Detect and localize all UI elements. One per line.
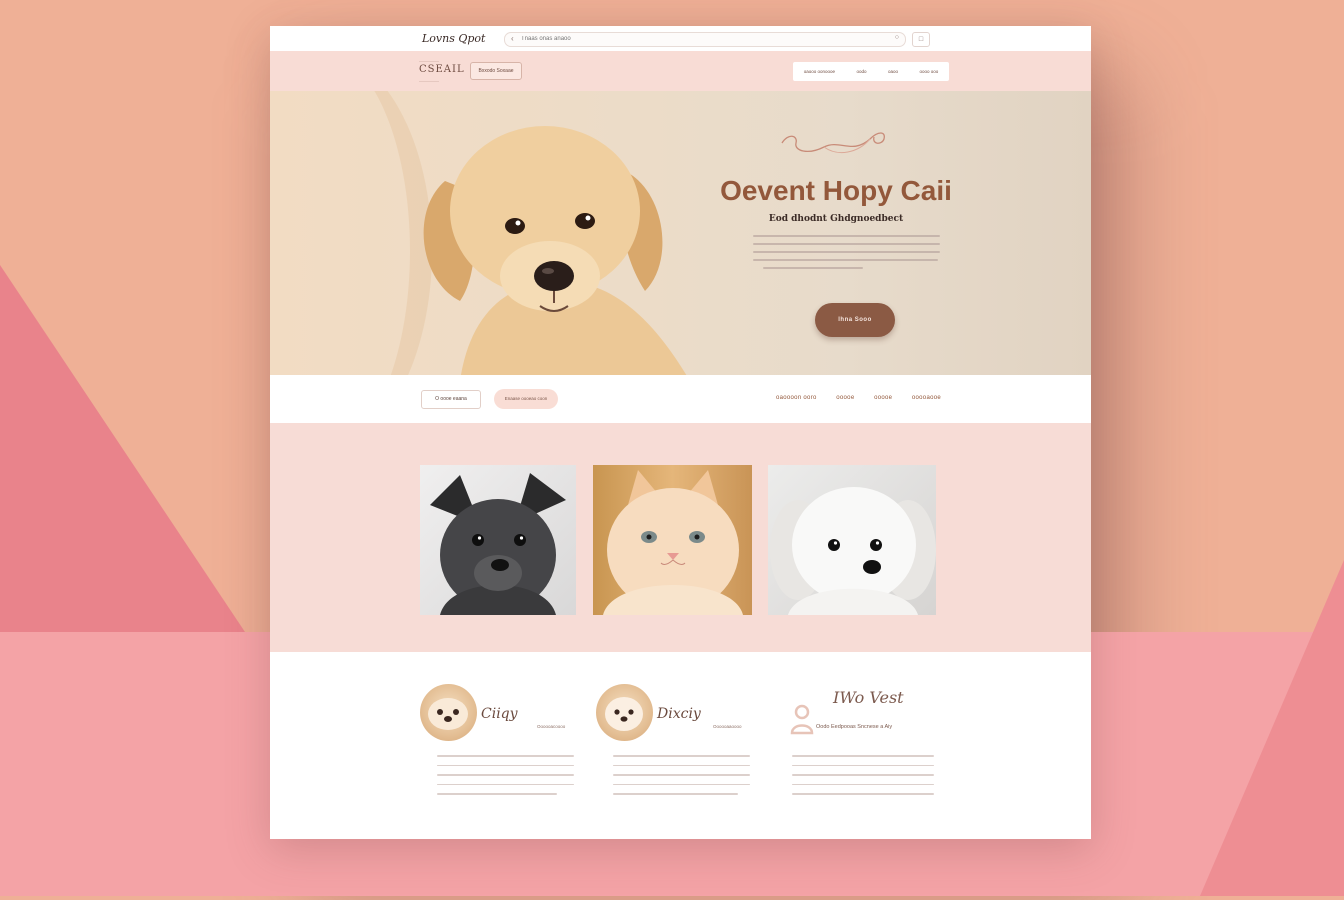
nav-right-menu: oaooo oonoooe oodo oaoo oooo ooo — [793, 62, 949, 81]
brand-name[interactable]: Lovns Qpot — [422, 32, 485, 45]
hero-cta-button[interactable]: Ihna Sooo — [815, 303, 895, 337]
feature-body-text — [792, 755, 934, 803]
feature-tag: Oooooacoooo — [537, 724, 566, 729]
nav-right-item[interactable]: oaoo — [888, 69, 898, 74]
hero-subtitle: Eod dhodnt Ghdgnoedbect — [768, 214, 904, 224]
logo-tagline-bottom: ————— — [419, 78, 439, 83]
filter-pill[interactable]: Enaase oooeao coon — [494, 389, 558, 409]
filter-button[interactable]: O oooe eaana — [421, 390, 481, 409]
search-input[interactable] — [521, 34, 881, 44]
nav-right-item[interactable]: oooo ooo — [919, 69, 938, 74]
nav-right-item[interactable]: oodo — [857, 69, 867, 74]
back-arrow-icon[interactable]: ‹ — [511, 34, 514, 43]
nav-right-item[interactable]: oaooo oonoooe — [804, 69, 835, 74]
hero-title: Oevent Hopy Caii — [720, 175, 952, 206]
gallery-image-kitten[interactable] — [593, 465, 752, 615]
gallery-image-white-puppy[interactable] — [768, 465, 936, 615]
person-icon — [790, 704, 814, 735]
site-logo[interactable]: CSEAIL — [419, 64, 465, 75]
website-mockup: Lovns Qpot ‹ ○ □ ————— CSEAIL ————— Bxxo… — [270, 26, 1091, 839]
category-link[interactable]: ooooe — [836, 395, 854, 401]
cart-icon[interactable]: □ — [912, 32, 930, 47]
features-section: Ciiqy Oooooacoooo Dixciy Oooooaaoooo IWo… — [270, 652, 1091, 839]
category-link[interactable]: oaoooon ooro — [776, 395, 817, 401]
gallery-image-black-puppy[interactable] — [420, 465, 576, 615]
ornament-flourish-icon — [781, 132, 885, 154]
hero-banner: Oevent Hopy Caii Eod dhodnt Ghdgnoedbect… — [270, 91, 1091, 375]
top-bar: Lovns Qpot ‹ ○ □ — [270, 26, 1091, 52]
hero-puppy-image — [423, 126, 687, 375]
logo-tagline-top: ————— — [419, 58, 439, 63]
feature-avatar[interactable] — [596, 684, 653, 741]
hero-body-text — [753, 235, 940, 275]
nav-button[interactable]: Bxxodo Soxaae — [470, 62, 522, 80]
search-bar[interactable]: ‹ ○ — [504, 32, 906, 47]
feature-body-text — [437, 755, 574, 803]
feature-title: Dixciy — [657, 706, 701, 722]
category-link[interactable]: ooooaooe — [912, 395, 941, 401]
feature-tag: Oooooaaoooo — [713, 724, 742, 729]
feature-title: Ciiqy — [481, 706, 518, 722]
feature-body-text — [613, 755, 750, 803]
filter-bar: O oooe eaana Enaase oooeao coon oaoooon … — [270, 375, 1091, 423]
category-link[interactable]: ooooe — [874, 395, 892, 401]
search-icon[interactable]: ○ — [895, 34, 899, 41]
pet-gallery — [270, 423, 1091, 652]
feature-tag: Oodo Eedpooas Sncnese a Aiy — [816, 724, 893, 730]
feature-avatar[interactable] — [420, 684, 477, 741]
category-links: oaoooon ooro ooooe ooooe ooooaooe — [776, 395, 941, 401]
feature-title: IWo Vest — [833, 688, 904, 707]
secondary-nav: ————— CSEAIL ————— Bxxodo Soxaae oaooo o… — [270, 51, 1091, 91]
